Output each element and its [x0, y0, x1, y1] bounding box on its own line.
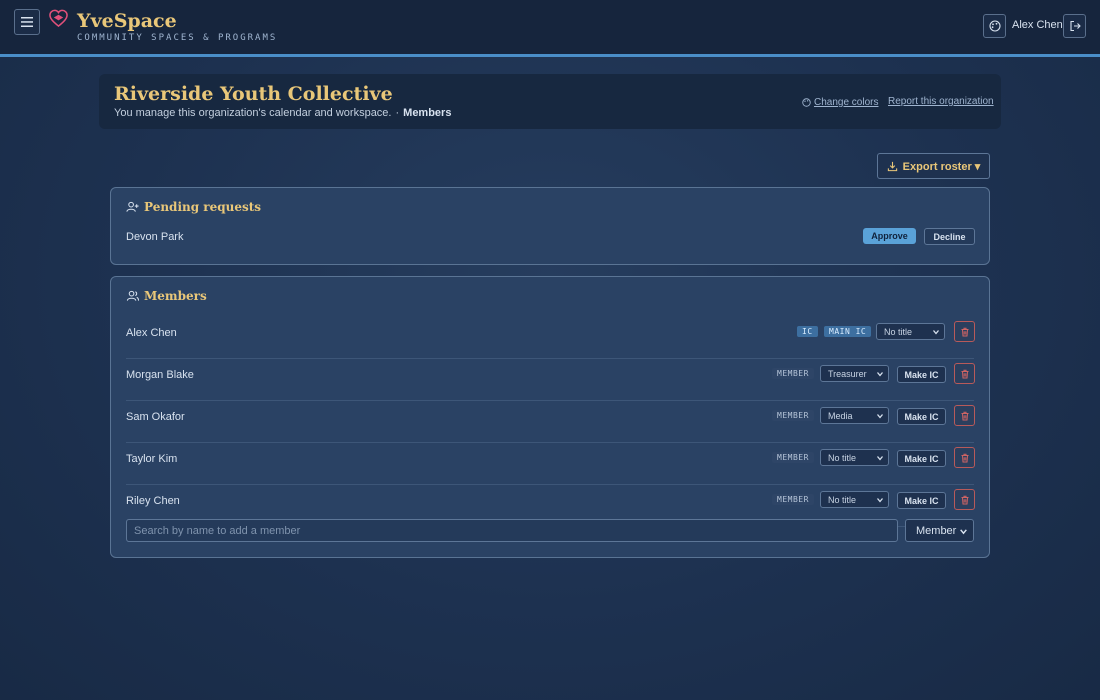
org-header: Riverside Youth Collective You manage th… — [99, 74, 1001, 129]
logo-icon — [49, 9, 68, 28]
chevron-down-icon — [877, 456, 883, 461]
member-row: Alex Chen IC MAIN IC No title — [126, 317, 975, 359]
top-bar: YveSpace COMMUNITY SPACES & PROGRAMS Ale… — [0, 0, 1100, 57]
remove-member-button[interactable] — [954, 321, 975, 342]
member-title-select[interactable]: Media — [820, 407, 889, 424]
logout-icon — [1069, 20, 1081, 32]
member-name: Alex Chen — [126, 327, 177, 339]
trash-icon — [961, 411, 968, 420]
member-title-value: No title — [828, 452, 857, 463]
new-member-role-value: Member — [916, 524, 957, 537]
chevron-down-icon — [877, 372, 883, 377]
trash-icon — [961, 453, 968, 462]
ic-badge: IC — [797, 326, 818, 337]
theme-button[interactable] — [983, 14, 1006, 38]
trash-icon — [961, 369, 968, 378]
palette-icon — [988, 20, 1001, 32]
member-title-select[interactable]: Treasurer — [820, 365, 889, 382]
members-heading: Members — [126, 289, 207, 303]
member-title-select[interactable]: No title — [820, 449, 889, 466]
org-description: You manage this organization's calendar … — [114, 107, 392, 119]
org-title: Riverside Youth Collective — [114, 83, 393, 105]
brand-name[interactable]: YveSpace — [77, 10, 177, 32]
members-title: Members — [144, 289, 207, 303]
member-name: Riley Chen — [126, 495, 180, 507]
export-roster-label: Export roster ▾ — [902, 160, 981, 173]
pending-request-name: Devon Park — [126, 231, 184, 243]
member-name: Morgan Blake — [126, 369, 194, 381]
member-title-select[interactable]: No title — [876, 323, 945, 340]
member-title-value: Media — [828, 410, 853, 421]
brand-tagline: COMMUNITY SPACES & PROGRAMS — [77, 33, 278, 43]
export-roster-button[interactable]: Export roster ▾ — [877, 153, 990, 179]
menu-button[interactable] — [14, 9, 40, 35]
current-section: Members — [403, 107, 452, 119]
pending-requests-heading: Pending requests — [126, 200, 261, 214]
remove-member-button[interactable] — [954, 447, 975, 468]
member-role-badge: MEMBER — [772, 452, 814, 463]
pending-requests-title: Pending requests — [144, 200, 262, 214]
new-member-role-select[interactable]: Member — [905, 519, 974, 542]
remove-member-button[interactable] — [954, 405, 975, 426]
logout-button[interactable] — [1063, 14, 1086, 38]
pending-requests-card: Pending requests Devon Park Approve Decl… — [110, 187, 990, 265]
make-ic-button[interactable]: Make IC — [897, 408, 946, 425]
user-name[interactable]: Alex Chen — [1012, 19, 1063, 31]
approve-button[interactable]: Approve — [863, 228, 916, 244]
chevron-down-icon — [877, 414, 883, 419]
change-colors-link[interactable]: Change colors — [802, 97, 878, 108]
chevron-down-icon — [933, 330, 939, 335]
member-row: Taylor Kim MEMBER No title Make IC — [126, 443, 975, 485]
change-colors-label: Change colors — [814, 97, 879, 108]
report-organization-link[interactable]: Report this organization — [888, 96, 994, 107]
make-ic-button[interactable]: Make IC — [897, 366, 946, 383]
member-name: Sam Okafor — [126, 411, 185, 423]
member-name: Taylor Kim — [126, 453, 178, 465]
separator: · — [395, 107, 400, 119]
add-member-placeholder: Search by name to add a member — [134, 524, 301, 537]
remove-member-button[interactable] — [954, 363, 975, 384]
chevron-down-icon — [877, 498, 883, 503]
member-row: Sam Okafor MEMBER Media Make IC — [126, 401, 975, 443]
add-member-search-input[interactable]: Search by name to add a member — [126, 519, 898, 542]
member-row: Morgan Blake MEMBER Treasurer Make IC — [126, 359, 975, 401]
decline-button[interactable]: Decline — [924, 228, 975, 245]
member-title-select[interactable]: No title — [820, 491, 889, 508]
main-ic-badge: MAIN IC — [824, 326, 872, 337]
member-title-value: No title — [828, 494, 857, 505]
remove-member-button[interactable] — [954, 489, 975, 510]
make-ic-button[interactable]: Make IC — [897, 492, 946, 509]
member-role-badge: MEMBER — [772, 410, 814, 421]
chevron-down-icon — [960, 529, 967, 535]
hamburger-icon — [21, 17, 33, 27]
org-subtitle: You manage this organization's calendar … — [114, 107, 451, 119]
users-icon — [126, 290, 139, 301]
trash-icon — [961, 327, 968, 336]
trash-icon — [961, 495, 968, 504]
download-icon — [887, 161, 897, 171]
user-plus-icon — [126, 201, 139, 212]
members-card: Members Alex Chen IC MAIN IC No title Mo… — [110, 276, 990, 558]
member-role-badge: MEMBER — [772, 494, 814, 505]
palette-icon — [802, 98, 811, 107]
make-ic-button[interactable]: Make IC — [897, 450, 946, 467]
member-role-badge: MEMBER — [772, 368, 814, 379]
member-title-value: No title — [884, 326, 913, 337]
member-title-value: Treasurer — [828, 368, 867, 379]
